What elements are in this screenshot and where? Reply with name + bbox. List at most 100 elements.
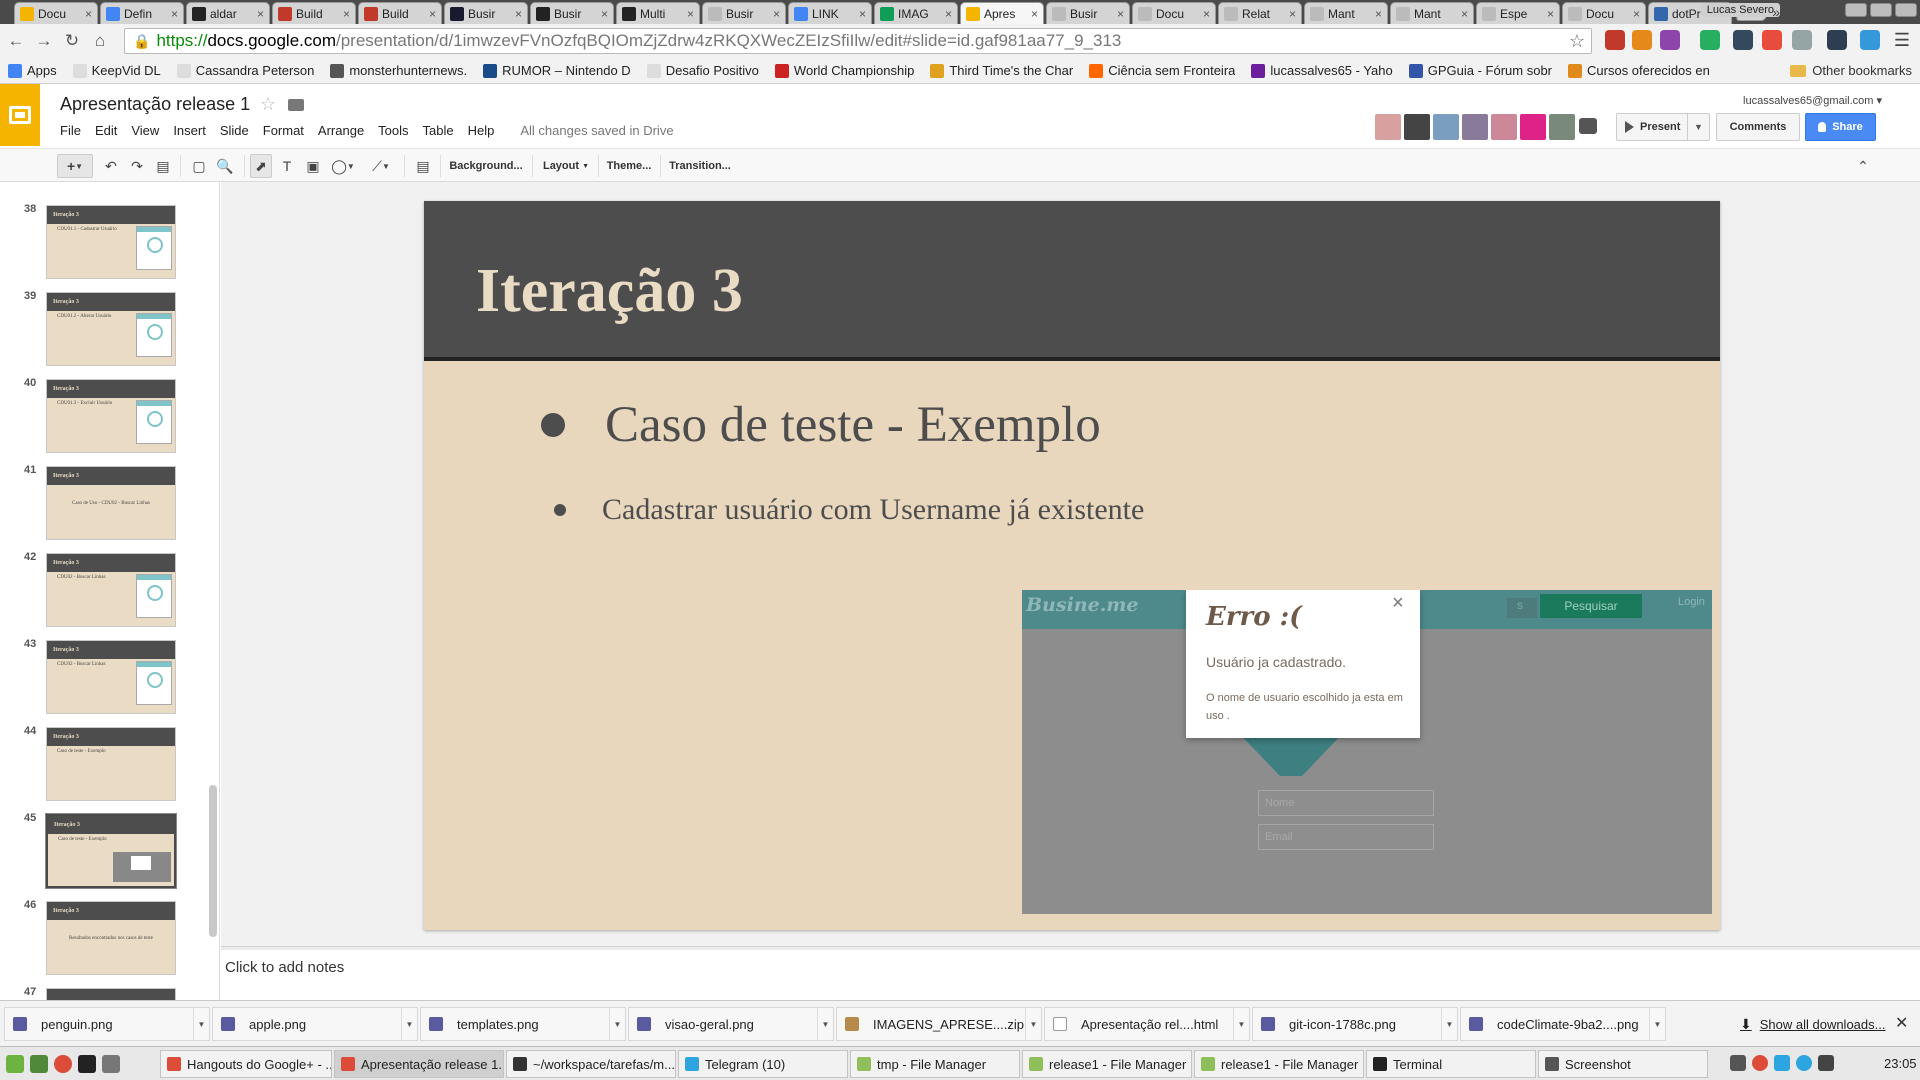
close-tab-icon[interactable]: ×	[515, 7, 522, 21]
taskbar-window[interactable]: tmp - File Manager	[850, 1050, 1020, 1078]
slide-thumbnail-row[interactable]: 47	[0, 986, 210, 1000]
slide-thumbnail[interactable]: Iteração 3 Caso de Uso - CDU02 - Buscar L…	[46, 466, 176, 540]
browser-tab[interactable]: aldar ×	[186, 2, 270, 24]
close-tab-icon[interactable]: ×	[945, 7, 952, 21]
close-tab-icon[interactable]: ×	[171, 7, 178, 21]
browser-tab[interactable]: Mant ×	[1304, 2, 1388, 24]
text-box-icon[interactable]: T	[276, 154, 298, 178]
download-options-chevron-icon[interactable]: ▼	[609, 1008, 625, 1040]
close-tab-icon[interactable]: ×	[601, 7, 608, 21]
bookmark-item[interactable]: Cursos oferecidos en	[1568, 63, 1710, 78]
close-tab-icon[interactable]: ×	[429, 7, 436, 21]
bookmark-item[interactable]: World Championship	[774, 63, 914, 78]
current-slide[interactable]: Iteração 3 Caso de teste - Exemplo Cadas…	[424, 201, 1720, 930]
document-title[interactable]: Apresentação release 1	[60, 94, 250, 115]
new-slide-button[interactable]: + ▼	[57, 154, 93, 178]
menu-arrange[interactable]: Arrange	[318, 123, 364, 138]
taskbar-window[interactable]: Screenshot	[1538, 1050, 1708, 1078]
undo-icon[interactable]: ↶	[100, 154, 122, 178]
bullet-sub[interactable]: Cadastrar usuário com Username já existe…	[554, 493, 1144, 527]
collaborator-avatar[interactable]	[1491, 114, 1517, 140]
clock[interactable]: 23:05	[1884, 1056, 1917, 1071]
paint-format-icon[interactable]: ▤	[152, 154, 174, 178]
browser-tab[interactable]: Relat ×	[1218, 2, 1302, 24]
slide-thumbnail[interactable]: Iteração 3 CDU02 - Buscar Linhas	[46, 553, 176, 627]
slide-thumbnail[interactable]: Iteração 3 Caso de teste - Exemplo	[46, 727, 176, 801]
bookmark-item[interactable]: monsterhunternews.	[330, 63, 467, 78]
browser-tab[interactable]: Busir ×	[702, 2, 786, 24]
menu-help[interactable]: Help	[468, 123, 495, 138]
slide-thumbnail-row[interactable]: 40 Iteração 3 CDU01.3 - Excluir Usuário	[0, 377, 210, 457]
collaborator-avatar[interactable]	[1549, 114, 1575, 140]
close-tab-icon[interactable]: ×	[85, 7, 92, 21]
download-item[interactable]: codeClimate-9ba2....png ▼	[1460, 1007, 1666, 1041]
slide-thumbnail-row[interactable]: 38 Iteração 3 CDU01.1 - Cadastrar Usuário	[0, 203, 210, 283]
telegram-tray-icon[interactable]	[1796, 1055, 1812, 1071]
close-icon[interactable]: ✕	[1895, 1013, 1908, 1033]
menu-file[interactable]: File	[60, 123, 81, 138]
menu-format[interactable]: Format	[263, 123, 304, 138]
slide-thumbnail-row[interactable]: 42 Iteração 3 CDU02 - Buscar Linhas	[0, 551, 210, 631]
close-tab-icon[interactable]: ×	[773, 7, 780, 21]
chrome-tray-icon[interactable]	[1752, 1055, 1768, 1071]
taskbar-window[interactable]: ~/workspace/tarefas/m...	[506, 1050, 676, 1078]
browser-tab[interactable]: LINK ×	[788, 2, 872, 24]
fire-extension-icon[interactable]	[1762, 30, 1782, 50]
minimize-button[interactable]	[1845, 3, 1867, 17]
network-icon[interactable]	[1730, 1055, 1746, 1071]
extension-icon[interactable]	[1792, 30, 1812, 50]
zoom-icon[interactable]: 🔍	[214, 154, 236, 178]
star-icon[interactable]: ☆	[260, 94, 276, 115]
bookmark-star-icon[interactable]: ☆	[1569, 31, 1585, 52]
hangouts-extension-icon[interactable]	[1700, 30, 1720, 50]
bookmark-item[interactable]: Ciência sem Fronteira	[1089, 63, 1235, 78]
home-icon[interactable]: ⌂	[88, 29, 112, 53]
comment-icon[interactable]: ▤	[412, 154, 434, 178]
slide-thumbnail-row[interactable]: 41 Iteração 3 Caso de Uso - CDU02 - Buscar…	[0, 464, 210, 544]
bookmark-item[interactable]: KeepVid DL	[72, 63, 161, 78]
menu-insert[interactable]: Insert	[173, 123, 206, 138]
desktop-launcher-icon[interactable]	[30, 1055, 48, 1073]
slide-thumbnail-row[interactable]: 43 Iteração 3 CDU02 - Buscar Linhas	[0, 638, 210, 718]
download-item[interactable]: templates.png ▼	[420, 1007, 626, 1041]
bookmark-item[interactable]: GPGuia - Fórum sobr	[1408, 63, 1552, 78]
collaborator-avatar[interactable]	[1433, 114, 1459, 140]
forward-icon[interactable]: →	[32, 29, 56, 53]
browser-tab[interactable]: Multi ×	[616, 2, 700, 24]
shape-icon[interactable]: ◯ ▼	[328, 154, 358, 178]
slide-thumbnail[interactable]: Iteração 3 CDU01.3 - Excluir Usuário	[46, 379, 176, 453]
taskbar-window[interactable]: release1 - File Manager	[1022, 1050, 1192, 1078]
slide-thumbnail[interactable]: Iteração 3 CDU01.1 - Cadastrar Usuário	[46, 205, 176, 279]
slide-thumbnail[interactable]: Iteração 3 CDU02 - Buscar Linhas	[46, 640, 176, 714]
slide-thumbnail[interactable]: Iteração 3 Resultados encontrados nos cas…	[46, 901, 176, 975]
zoom-fit-icon[interactable]: ▢	[188, 154, 210, 178]
collaborator-avatar[interactable]	[1520, 114, 1546, 140]
collaborator-avatar[interactable]	[1375, 114, 1401, 140]
taskbar-window[interactable]: Telegram (10)	[678, 1050, 848, 1078]
bookmark-item[interactable]: RUMOR – Nintendo D	[483, 63, 631, 78]
chat-icon[interactable]	[1579, 118, 1597, 134]
maximize-button[interactable]	[1870, 3, 1892, 17]
transition-button[interactable]: Transition...	[666, 154, 734, 178]
cloud-extension-icon[interactable]	[1733, 30, 1753, 50]
image-icon[interactable]: ▣	[302, 154, 324, 178]
download-item[interactable]: Apresentação rel....html ▼	[1044, 1007, 1250, 1041]
browser-tab[interactable]: Build ×	[272, 2, 356, 24]
adblock-extension-icon[interactable]	[1605, 30, 1625, 50]
slide-filmstrip[interactable]: 38 Iteração 3 CDU01.1 - Cadastrar Usuário 3…	[0, 182, 220, 1000]
bookmark-item[interactable]: Cassandra Peterson	[176, 63, 314, 78]
close-tab-icon[interactable]: ×	[859, 7, 866, 21]
filmstrip-scrollbar[interactable]	[209, 785, 217, 937]
menu-view[interactable]: View	[131, 123, 159, 138]
close-tab-icon[interactable]: ×	[1203, 7, 1210, 21]
download-item[interactable]: IMAGENS_APRESE....zip ▼	[836, 1007, 1042, 1041]
close-tab-icon[interactable]: ×	[1289, 7, 1296, 21]
close-tab-icon[interactable]: ×	[1031, 7, 1038, 21]
close-tab-icon[interactable]: ×	[343, 7, 350, 21]
address-bar[interactable]: 🔒 https://docs.google.com/presentation/d…	[124, 28, 1592, 54]
menu-table[interactable]: Table	[423, 123, 454, 138]
profile-name[interactable]: Lucas Severo	[1700, 3, 1780, 17]
download-options-chevron-icon[interactable]: ▼	[1441, 1008, 1457, 1040]
slide-thumbnail-row[interactable]: 46 Iteração 3 Resultados encontrados nos c…	[0, 899, 210, 979]
download-item[interactable]: apple.png ▼	[212, 1007, 418, 1041]
